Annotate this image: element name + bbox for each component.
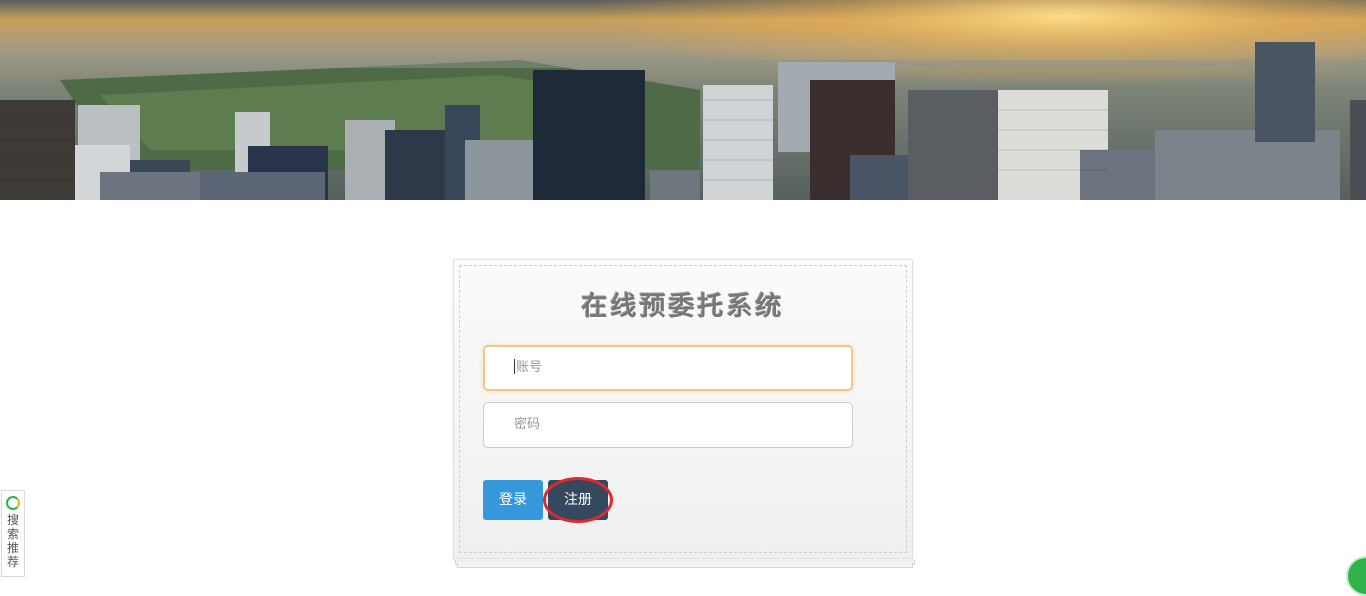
login-button[interactable]: 登录 xyxy=(483,480,543,520)
search-recommend-label: 搜索推荐 xyxy=(6,513,19,569)
search-recommend-widget[interactable]: 搜索推荐 xyxy=(1,490,25,577)
register-button[interactable]: 注册 xyxy=(548,480,608,520)
green-badge-icon[interactable] xyxy=(1346,556,1366,596)
card-stack-shadow xyxy=(457,563,913,568)
account-input[interactable]: 账号 xyxy=(483,345,853,391)
password-input[interactable]: 密码 xyxy=(483,402,853,448)
account-placeholder: 账号 xyxy=(516,360,543,375)
password-placeholder: 密码 xyxy=(514,417,541,432)
header-banner-image xyxy=(0,0,1366,200)
text-caret xyxy=(514,358,515,374)
search-ring-icon xyxy=(6,496,20,510)
page-title: 在线预委托系统 xyxy=(581,292,785,322)
